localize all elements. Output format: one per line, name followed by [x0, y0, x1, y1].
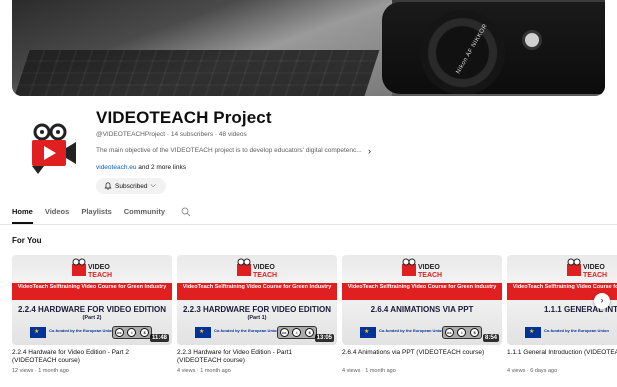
eu-flag-icon — [525, 327, 541, 338]
videoteach-logo-icon: VIDEO TEACH — [567, 258, 607, 279]
video-card[interactable]: VIDEO TEACH VideoTeach Selftraining Vide… — [177, 255, 337, 374]
eu-cofunded-text: Co-funded by the European Union — [214, 328, 279, 333]
channel-website-link[interactable]: videoteach.eu — [96, 164, 136, 171]
video-thumbnail[interactable]: VIDEO TEACH VideoTeach Selftraining Vide… — [177, 255, 337, 345]
channel-links: videoteach.eu and 2 more links — [96, 164, 186, 171]
chevron-right-icon[interactable]: › — [594, 293, 610, 309]
subscribed-label: Subscribed — [115, 182, 148, 190]
eu-flag-icon — [195, 327, 211, 338]
video-thumbnail[interactable]: VIDEO TEACH VideoTeach Selftraining Vide… — [342, 255, 502, 345]
subscribed-button[interactable]: Subscribed ⌵ — [96, 178, 166, 194]
thumbnail-title-text: 2.2.3 HARDWARE FOR VIDEO EDITION — [182, 305, 332, 314]
eu-cofunded-text: Co-funded by the European Union — [544, 328, 609, 333]
camera-dial-icon — [522, 30, 542, 50]
bell-icon — [104, 182, 112, 190]
banner-camera-image — [382, 2, 605, 94]
channel-name: VIDEOTEACH Project — [96, 108, 272, 127]
thumbnail-title: 2.2.4 HARDWARE FOR VIDEO EDITION (Part 2… — [12, 306, 172, 322]
svg-text:TEACH: TEACH — [88, 272, 112, 279]
video-title[interactable]: 2.2.3 Hardware for Video Edition - Part1… — [177, 349, 337, 366]
cc-license-icon: cc i $ — [442, 326, 482, 339]
svg-text:VIDEO: VIDEO — [253, 264, 275, 271]
channel-description-text: The main objective of the VIDEOTEACH pro… — [96, 147, 362, 154]
thumbnail-title: 2.6.4 ANIMATIONS VIA PPT — [342, 306, 502, 314]
chevron-right-icon[interactable]: › — [368, 146, 371, 156]
channel-tabs: Home Videos Playlists Community — [12, 207, 191, 224]
thumbnail-part: (Part 2) — [82, 315, 102, 321]
svg-text:TEACH: TEACH — [253, 272, 277, 279]
video-title[interactable]: 2.2.4 Hardware for Video Edition - Part … — [12, 349, 172, 366]
tab-playlists[interactable]: Playlists — [81, 207, 111, 224]
video-camera-logo-icon — [32, 123, 76, 174]
videoteach-logo-icon: VIDEO TEACH — [402, 258, 442, 279]
cc-license-icon: cc i $ — [277, 326, 317, 339]
thumbnail-title-text: 2.2.4 HARDWARE FOR VIDEO EDITION — [17, 305, 167, 314]
tab-community[interactable]: Community — [124, 207, 165, 224]
thumbnail-course-banner: VideoTeach Selftraining Video Course for… — [177, 283, 337, 300]
thumbnail-course-banner: VideoTeach Selftraining Video Course for… — [342, 283, 502, 300]
search-icon[interactable] — [181, 207, 191, 217]
tabs-divider — [0, 224, 617, 225]
video-duration: 11:48 — [149, 334, 169, 342]
video-stats: 4 views · 6 days ago — [507, 368, 558, 374]
video-card[interactable]: VIDEO TEACH VideoTeach Selftraining Vide… — [507, 255, 617, 374]
video-stats: 4 views · 1 month ago — [177, 368, 231, 374]
svg-text:VIDEO: VIDEO — [88, 264, 110, 271]
videoteach-logo-icon: VIDEO TEACH — [237, 258, 277, 279]
thumbnail-title-text: 2.6.4 ANIMATIONS VIA PPT — [370, 305, 474, 314]
channel-banner: Nikon AF NIKKOR — [12, 0, 605, 96]
thumbnail-part: (Part 1) — [247, 315, 267, 321]
tab-videos[interactable]: Videos — [45, 207, 69, 224]
more-links-link[interactable]: and 2 more links — [136, 164, 186, 171]
channel-avatar[interactable] — [24, 122, 80, 178]
video-stats: 12 views · 1 month ago — [12, 368, 69, 374]
channel-meta: @VIDEOTEACHProject · 14 subscribers · 48… — [96, 131, 247, 138]
chevron-down-icon: ⌵ — [150, 182, 156, 189]
channel-description[interactable]: The main objective of the VIDEOTEACH pro… — [96, 146, 371, 156]
video-card[interactable]: VIDEO TEACH VideoTeach Selftraining Vide… — [12, 255, 172, 374]
video-title[interactable]: 1.1.1 General Introduction (VIDEOTEACH c… — [507, 349, 617, 366]
eu-cofunded-text: Co-funded by the European Union — [49, 328, 114, 333]
videoteach-logo-icon: VIDEO TEACH — [72, 258, 112, 279]
video-card[interactable]: VIDEO TEACH VideoTeach Selftraining Vide… — [342, 255, 502, 374]
svg-text:VIDEO: VIDEO — [418, 264, 440, 271]
video-duration: 13:05 — [314, 334, 334, 342]
eu-cofunded-text: Co-funded by the European Union — [379, 328, 444, 333]
video-thumbnail[interactable]: VIDEO TEACH VideoTeach Selftraining Vide… — [12, 255, 172, 345]
banner-keyboard — [14, 50, 380, 96]
section-title: For You — [12, 236, 42, 245]
thumbnail-title: 2.2.3 HARDWARE FOR VIDEO EDITION (Part 1… — [177, 306, 337, 322]
svg-text:VIDEO: VIDEO — [583, 264, 605, 271]
video-stats: 4 views · 1 month ago — [342, 368, 396, 374]
svg-text:TEACH: TEACH — [583, 272, 607, 279]
eu-flag-icon — [360, 327, 376, 338]
cc-license-icon: cc i $ — [112, 326, 152, 339]
video-duration: 8:54 — [482, 334, 499, 342]
tab-home[interactable]: Home — [12, 207, 33, 224]
svg-text:TEACH: TEACH — [418, 272, 442, 279]
eu-flag-icon — [30, 327, 46, 338]
thumbnail-course-banner: VideoTeach Selftraining Video Course for… — [12, 283, 172, 300]
video-title[interactable]: 2.6.4 Animations via PPT (VIDEOTEACH cou… — [342, 349, 502, 366]
